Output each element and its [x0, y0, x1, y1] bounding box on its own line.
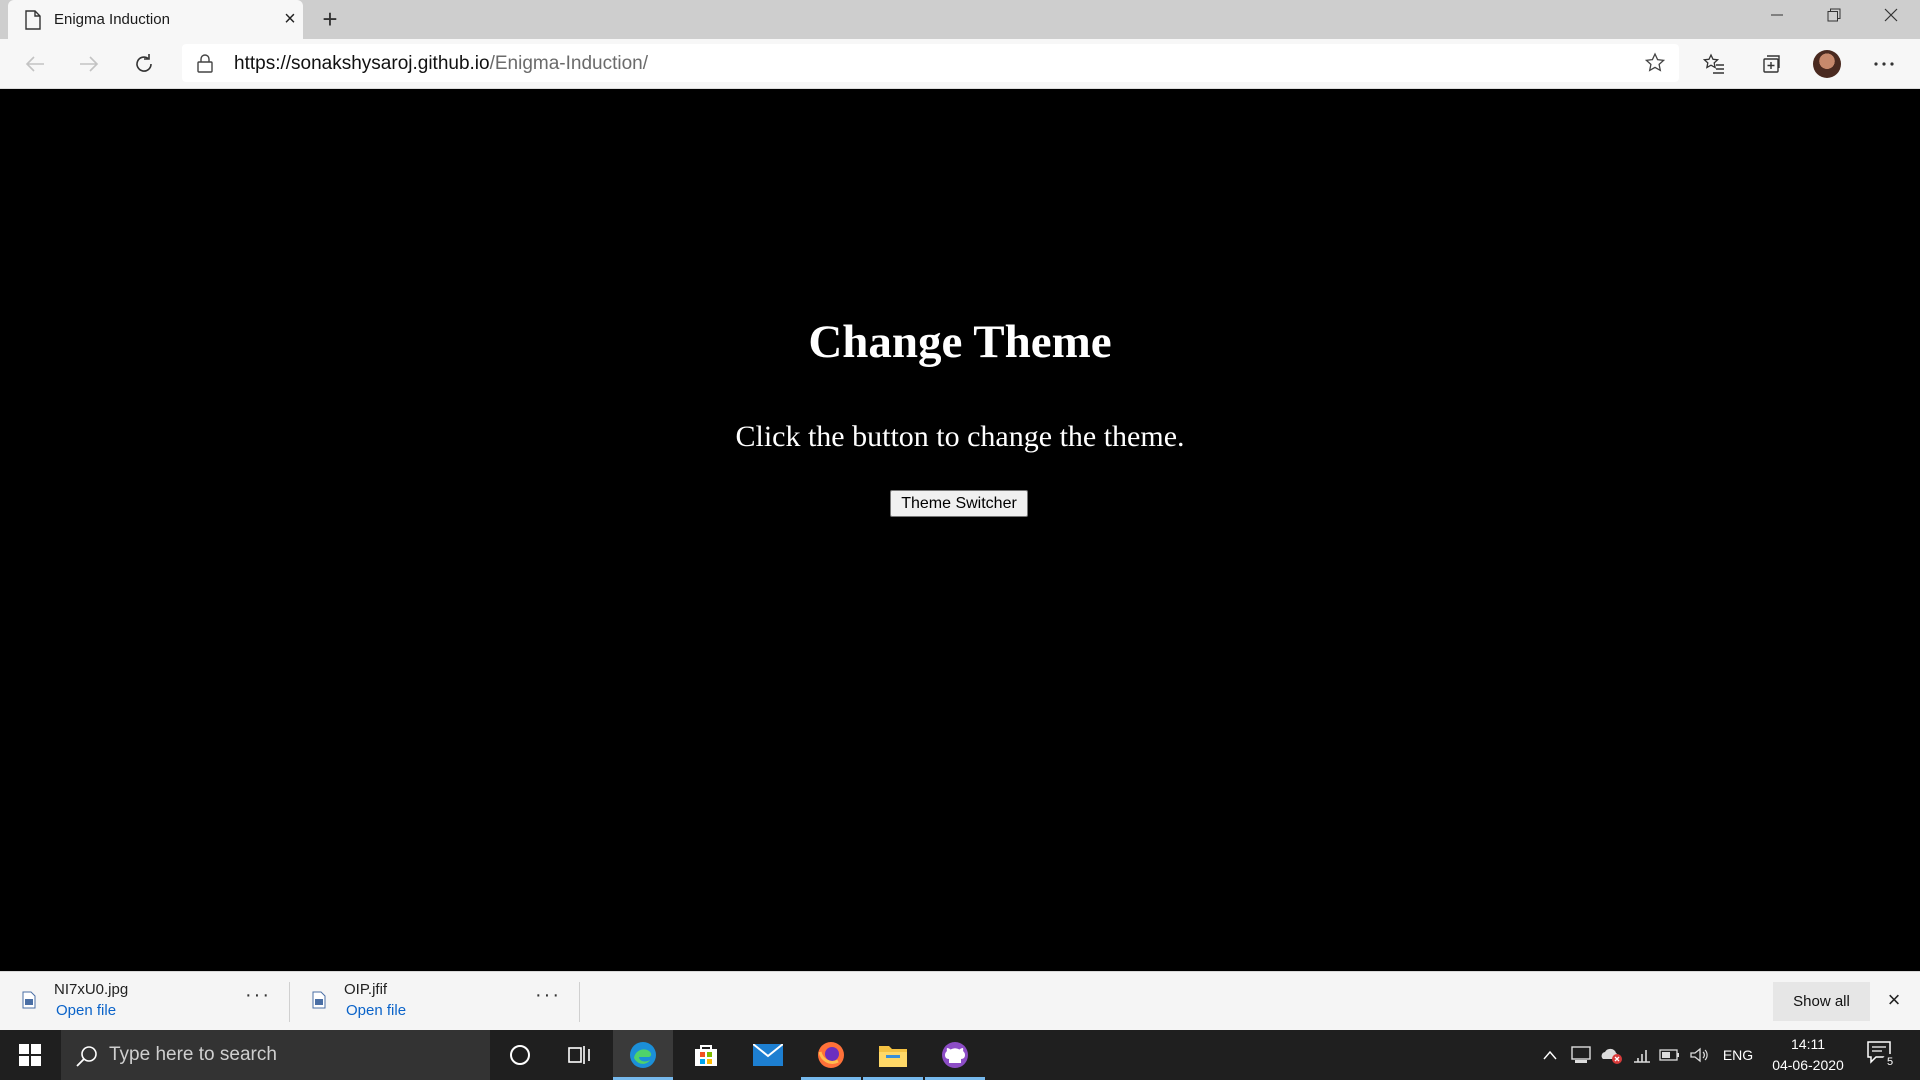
forward-arrow-icon — [80, 56, 99, 72]
notification-count-badge: 5 — [1882, 1054, 1898, 1070]
web-content: Change Theme Click the button to change … — [0, 89, 1920, 971]
windows-logo-icon — [19, 1044, 41, 1066]
page-icon — [25, 10, 41, 30]
search-icon — [76, 1046, 97, 1067]
tab-title: Enigma Induction — [54, 11, 170, 28]
favorite-star-icon[interactable] — [1643, 51, 1667, 75]
settings-more-button[interactable] — [1868, 48, 1900, 80]
battery-button[interactable] — [1658, 1030, 1682, 1080]
refresh-button[interactable] — [126, 46, 162, 82]
clock-time: 14:11 — [1791, 1036, 1825, 1052]
restore-button[interactable] — [1806, 0, 1862, 30]
cortana-button[interactable] — [490, 1030, 550, 1080]
favorites-button[interactable] — [1698, 48, 1730, 80]
avatar — [1813, 50, 1841, 78]
tray-app-button[interactable] — [1569, 1030, 1593, 1080]
image-file-icon — [312, 991, 326, 1009]
lock-icon — [197, 54, 213, 73]
mail-taskbar-button[interactable] — [738, 1030, 798, 1080]
url-host: https://sonakshysaroj.github.io — [234, 53, 490, 74]
wifi-icon — [1634, 1050, 1650, 1063]
collections-icon — [1763, 55, 1780, 73]
page-heading: Change Theme — [808, 316, 1112, 368]
profile-button[interactable] — [1811, 48, 1843, 80]
download-item[interactable]: NI7xU0.jpg Open file ··· — [0, 972, 290, 1031]
battery-icon — [1659, 1049, 1679, 1061]
new-tab-button[interactable]: + — [315, 4, 345, 34]
start-button[interactable] — [0, 1030, 60, 1080]
theme-switcher-button[interactable]: Theme Switcher — [890, 490, 1028, 517]
divider — [579, 982, 580, 1022]
edge-taskbar-button[interactable] — [613, 1030, 673, 1080]
address-bar[interactable]: https://sonakshysaroj.github.io/Enigma-I… — [182, 44, 1679, 82]
close-downloads-icon[interactable]: × — [1880, 986, 1908, 1014]
cortana-icon — [510, 1045, 530, 1065]
page-description: Click the button to change the theme. — [735, 420, 1185, 453]
show-hidden-icons-button[interactable] — [1538, 1030, 1562, 1080]
minimize-button[interactable] — [1749, 0, 1805, 30]
display-icon — [1571, 1046, 1591, 1063]
github-desktop-icon — [942, 1042, 968, 1068]
download-item[interactable]: OIP.jfif Open file ··· — [290, 972, 580, 1031]
image-file-icon — [22, 991, 36, 1009]
forward-button[interactable] — [71, 46, 107, 82]
favorites-list-icon — [1702, 53, 1724, 74]
clock-date: 04-06-2020 — [1772, 1057, 1844, 1073]
download-more-options-icon[interactable]: ··· — [535, 984, 561, 1007]
taskbar-search-box[interactable]: Type here to search — [61, 1030, 490, 1080]
windows-taskbar: Type here to search ENG 14:11 04-06-2020… — [0, 1030, 1920, 1080]
speaker-icon — [1690, 1047, 1708, 1063]
refresh-icon — [136, 54, 152, 72]
firefox-taskbar-button[interactable] — [801, 1030, 861, 1080]
restore-icon — [1827, 8, 1841, 22]
onedrive-error-icon — [1601, 1048, 1622, 1064]
open-file-link[interactable]: Open file — [346, 1002, 406, 1019]
volume-button[interactable] — [1687, 1030, 1711, 1080]
browser-tab[interactable]: Enigma Induction × — [8, 0, 303, 39]
back-arrow-icon — [25, 56, 44, 72]
download-filename: NI7xU0.jpg — [54, 981, 129, 998]
tab-strip: Enigma Induction × + — [0, 0, 1920, 39]
firefox-icon — [818, 1042, 844, 1068]
download-more-options-icon[interactable]: ··· — [245, 984, 271, 1007]
task-view-button[interactable] — [550, 1030, 610, 1080]
onedrive-button[interactable] — [1598, 1030, 1624, 1080]
task-view-icon — [568, 1046, 590, 1064]
chevron-up-icon — [1543, 1050, 1557, 1060]
file-explorer-icon — [879, 1046, 907, 1067]
open-file-link[interactable]: Open file — [56, 1002, 116, 1019]
network-button[interactable] — [1630, 1030, 1654, 1080]
more-options-icon — [1874, 62, 1894, 66]
collections-button[interactable] — [1755, 48, 1787, 80]
downloads-bar: NI7xU0.jpg Open file ··· OIP.jfif Open f… — [0, 971, 1920, 1031]
close-window-button[interactable] — [1863, 0, 1919, 30]
mail-icon — [753, 1044, 783, 1066]
url-text: https://sonakshysaroj.github.io/Enigma-I… — [234, 53, 648, 75]
system-clock[interactable]: 14:11 04-06-2020 — [1752, 1034, 1864, 1076]
back-button[interactable] — [17, 46, 53, 82]
store-taskbar-button[interactable] — [676, 1030, 736, 1080]
action-center-button[interactable]: 5 — [1866, 1040, 1898, 1070]
search-placeholder: Type here to search — [109, 1044, 277, 1065]
url-path: /Enigma-Induction/ — [489, 53, 649, 74]
store-icon — [695, 1045, 717, 1066]
edge-icon — [630, 1042, 656, 1068]
browser-toolbar: https://sonakshysaroj.github.io/Enigma-I… — [0, 39, 1920, 89]
file-explorer-taskbar-button[interactable] — [863, 1030, 923, 1080]
close-icon — [1884, 8, 1898, 22]
close-tab-icon[interactable]: × — [280, 8, 300, 30]
github-desktop-taskbar-button[interactable] — [925, 1030, 985, 1080]
show-all-button[interactable]: Show all — [1773, 982, 1870, 1021]
download-filename: OIP.jfif — [344, 981, 388, 998]
minimize-icon — [1771, 14, 1783, 16]
